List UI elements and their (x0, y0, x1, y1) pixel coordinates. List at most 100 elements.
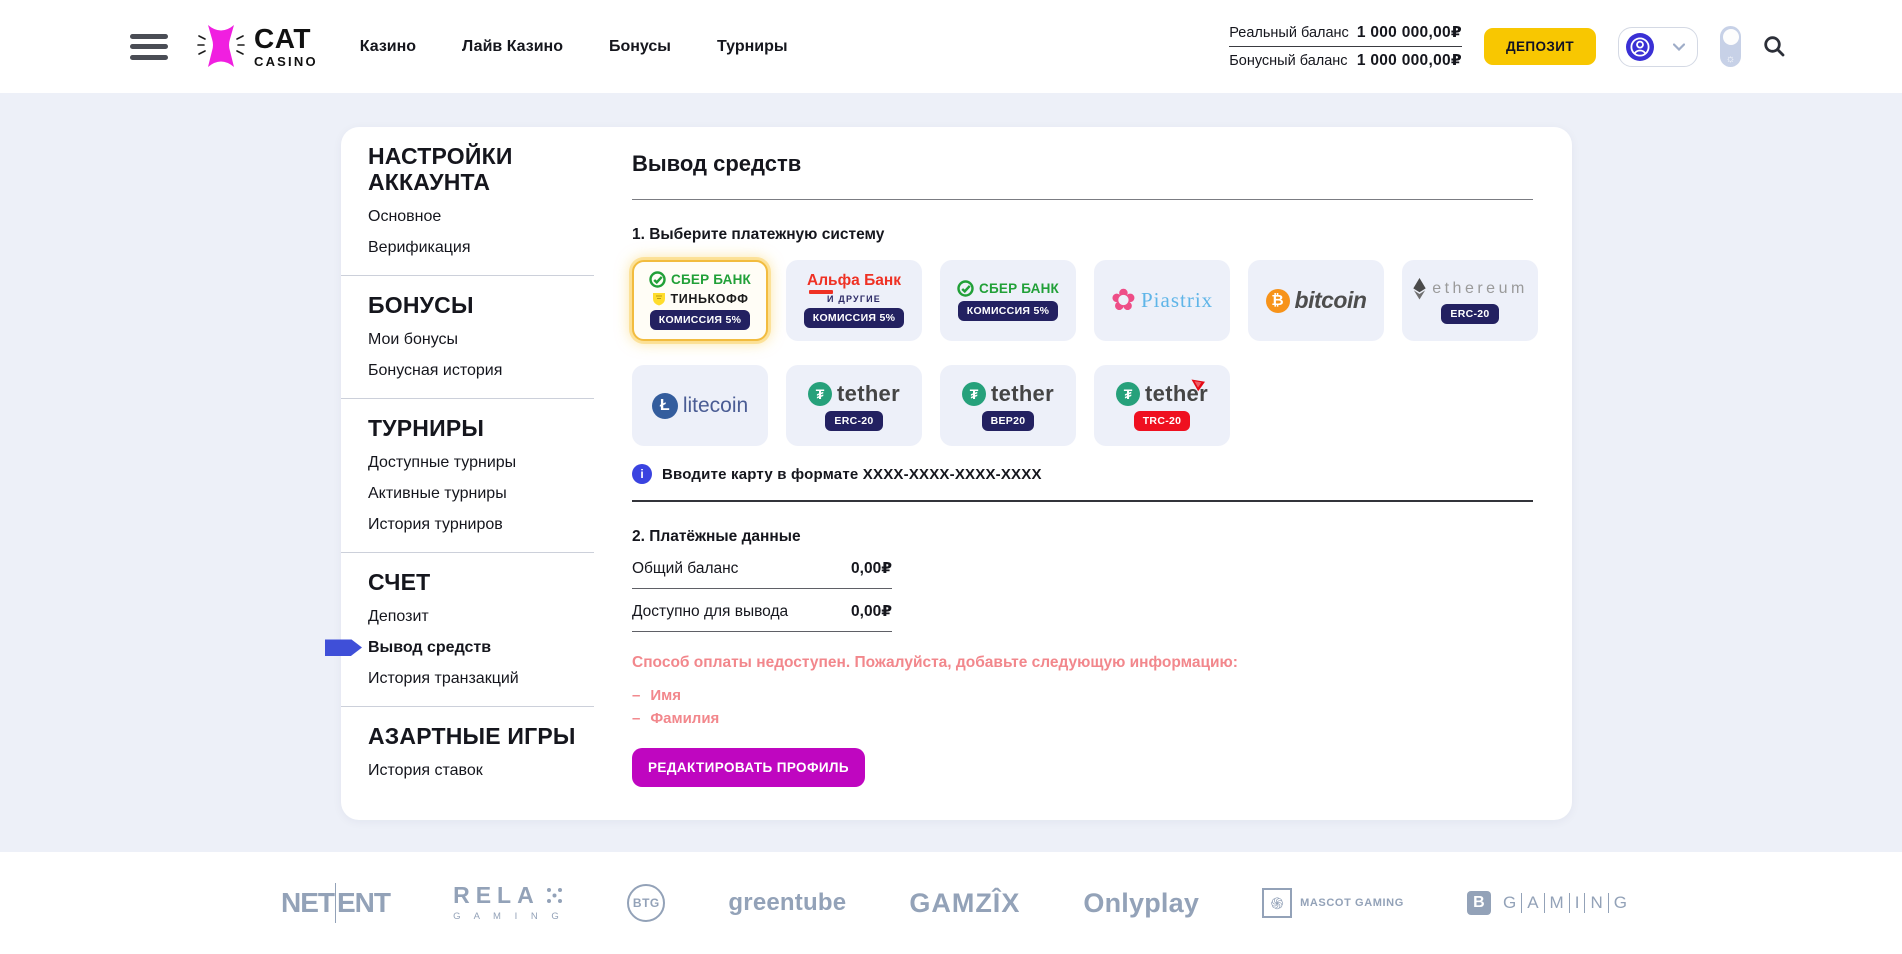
theme-toggle[interactable]: ☼ (1720, 26, 1741, 67)
sidebar-item-my-bonuses[interactable]: Мои бонусы (368, 330, 594, 349)
provider-mascot-gaming-logo: ֍ MASCOT GAMING (1262, 888, 1404, 918)
nav-item-bonuses[interactable]: Бонусы (609, 38, 671, 56)
ethereum-label: ethereum (1432, 280, 1528, 298)
edit-profile-button[interactable]: РЕДАКТИРОВАТЬ ПРОФИЛЬ (632, 748, 865, 787)
payment-method-tether-erc20[interactable]: ₮ tether ERC-20 (786, 365, 922, 446)
sidebar-section-gambling: АЗАРТНЫЕ ИГРЫ (341, 707, 586, 749)
mascot-ornament-icon: ֍ (1262, 888, 1292, 918)
tron-icon (1191, 379, 1206, 392)
payment-method-sber-tinkoff[interactable]: СБЕР БАНК ТИНЬКОФФ КОМИССИЯ 5% (632, 260, 768, 341)
main-nav: Казино Лайв Казино Бонусы Турниры (360, 38, 788, 56)
bonus-balance-label: Бонусный баланс (1229, 53, 1347, 69)
relax-dots-icon (546, 887, 563, 904)
balance-block: Реальный баланс 1 000 000,00₽ Бонусный б… (1229, 19, 1462, 74)
step1-label: 1. Выберите платежную систему (632, 226, 1538, 244)
missing-info-last-name: Фамилия (632, 707, 1538, 730)
tinkoff-icon (652, 292, 666, 306)
real-balance-label: Реальный баланс (1229, 25, 1349, 41)
step2-label: 2. Платёжные данные (632, 528, 1538, 546)
header: CAT CASINO Казино Лайв Казино Бонусы Тур… (0, 0, 1902, 93)
search-icon (1763, 35, 1786, 58)
bonus-balance-row: Бонусный баланс 1 000 000,00₽ (1229, 47, 1462, 74)
hamburger-menu-icon[interactable] (130, 34, 168, 60)
sidebar-item-active-tournaments[interactable]: Активные турниры (368, 484, 594, 503)
commission-badge: КОМИССИЯ 5% (650, 310, 751, 330)
nav-item-tournaments[interactable]: Турниры (717, 38, 788, 56)
sidebar-section-account-settings: НАСТРОЙКИ АККАУНТА (341, 127, 586, 195)
payment-method-alfabank[interactable]: Альфа Банк И ДРУГИЕ КОМИССИЯ 5% (786, 260, 922, 341)
tinkoff-label: ТИНЬКОФФ (671, 292, 749, 306)
sidebar-item-verification[interactable]: Верификация (368, 238, 594, 257)
sidebar-item-bonus-history[interactable]: Бонусная история (368, 361, 594, 380)
sidebar-item-tournament-history[interactable]: История турниров (368, 515, 594, 534)
provider-netent-logo: NETENT (281, 887, 390, 919)
tether-label: tether (991, 381, 1054, 407)
profile-menu[interactable] (1618, 27, 1698, 67)
payment-method-tether-bep20[interactable]: ₮ tether BEP20 (940, 365, 1076, 446)
payment-method-piastrix[interactable]: ✿ Piastrix (1094, 260, 1230, 341)
avatar-icon (1625, 32, 1655, 62)
network-badge: BEP20 (982, 411, 1035, 431)
balance-table: Общий баланс 0,00₽ Доступно для вывода 0… (632, 546, 892, 632)
divider (632, 199, 1533, 200)
available-balance-row: Доступно для вывода 0,00₽ (632, 589, 892, 632)
sidebar-section-tournaments: ТУРНИРЫ (341, 399, 586, 441)
sun-icon: ☼ (1720, 53, 1741, 65)
missing-info-list: Имя Фамилия (632, 684, 1538, 730)
commission-badge: КОМИССИЯ 5% (958, 301, 1059, 321)
provider-gamzix-logo: GAMZÎX (909, 888, 1020, 919)
logo-title: CAT (254, 25, 318, 53)
missing-info-first-name: Имя (632, 684, 1538, 707)
sidebar-item-deposit[interactable]: Депозит (368, 607, 594, 626)
payment-method-sberbank[interactable]: СБЕР БАНК КОМИССИЯ 5% (940, 260, 1076, 341)
deposit-button[interactable]: ДЕПОЗИТ (1484, 28, 1596, 65)
sberbank-icon (957, 280, 974, 297)
chevron-down-icon (1673, 43, 1685, 51)
payment-method-ethereum[interactable]: ethereum ERC-20 (1402, 260, 1538, 341)
nav-item-live-casino[interactable]: Лайв Казино (462, 38, 563, 56)
payment-method-litecoin[interactable]: Ł litecoin (632, 365, 768, 446)
total-balance-value: 0,00₽ (851, 559, 892, 578)
divider (632, 500, 1533, 502)
sberbank-icon (649, 271, 666, 288)
bitcoin-icon: ₿ (1266, 289, 1290, 313)
providers-footer: NETENT RELA G A M I N G BTG greentube GA… (0, 852, 1902, 954)
bonus-balance-value: 1 000 000,00₽ (1357, 51, 1462, 70)
network-badge: TRC-20 (1134, 411, 1191, 431)
nav-item-casino[interactable]: Казино (360, 38, 416, 56)
search-button[interactable] (1763, 35, 1786, 58)
alfabank-label: Альфа Банк (807, 273, 901, 289)
sidebar-item-withdrawal[interactable]: Вывод средств (368, 638, 594, 657)
available-balance-value: 0,00₽ (851, 602, 892, 621)
total-balance-row: Общий баланс 0,00₽ (632, 546, 892, 589)
available-balance-label: Доступно для вывода (632, 603, 788, 621)
sidebar-section-bonuses: БОНУСЫ (341, 276, 586, 318)
real-balance-row: Реальный баланс 1 000 000,00₽ (1229, 19, 1462, 47)
logo-subtitle: CASINO (254, 55, 318, 68)
page-title: Вывод средств (632, 151, 1538, 177)
sberbank-label: СБЕР БАНК (979, 281, 1059, 296)
payment-method-tether-trc20[interactable]: ₮ tether TRC-20 (1094, 365, 1230, 446)
payment-unavailable-warning: Способ оплаты недоступен. Пожалуйста, до… (632, 654, 1538, 672)
sidebar-item-transaction-history[interactable]: История транзакций (368, 669, 594, 688)
info-icon: i (632, 464, 652, 484)
ethereum-icon (1412, 278, 1427, 300)
payment-methods-grid: СБЕР БАНК ТИНЬКОФФ КОМИССИЯ 5% Альфа Бан… (632, 260, 1538, 446)
logo[interactable]: CAT CASINO (196, 23, 318, 71)
sidebar-item-main[interactable]: Основное (368, 207, 594, 226)
litecoin-icon: Ł (652, 393, 678, 419)
tether-icon: ₮ (808, 382, 832, 406)
provider-onlyplay-logo: Onlyplay (1083, 888, 1199, 919)
card-format-text: Вводите карту в формате XXXX-XXXX-XXXX-X… (662, 466, 1042, 483)
payment-method-bitcoin[interactable]: ₿ bitcoin (1248, 260, 1384, 341)
sidebar-item-available-tournaments[interactable]: Доступные турниры (368, 453, 594, 472)
total-balance-label: Общий баланс (632, 560, 738, 578)
real-balance-value: 1 000 000,00₽ (1357, 23, 1462, 42)
commission-badge: КОМИССИЯ 5% (804, 308, 905, 328)
sidebar-section-account: СЧЕТ (341, 553, 586, 595)
sberbank-label: СБЕР БАНК (671, 272, 751, 287)
account-card: НАСТРОЙКИ АККАУНТА Основное Верификация … (341, 127, 1572, 820)
alfabank-sublabel: И ДРУГИЕ (827, 295, 881, 304)
card-format-note: i Вводите карту в формате XXXX-XXXX-XXXX… (632, 464, 1538, 484)
sidebar-item-bet-history[interactable]: История ставок (368, 761, 594, 780)
